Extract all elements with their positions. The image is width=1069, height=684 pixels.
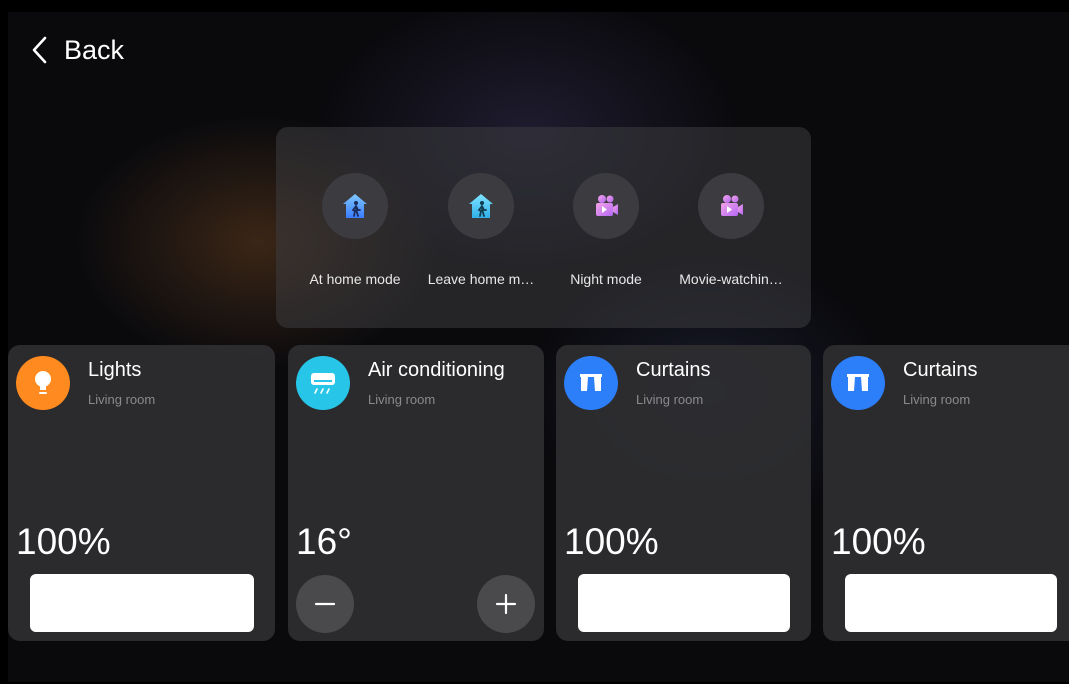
air-conditioner-icon <box>311 373 335 394</box>
temperature-decrease-button[interactable] <box>296 575 354 633</box>
movie-camera-icon <box>596 195 618 216</box>
scene-panel: At home mode Leave home m… Night mode Mo… <box>276 127 811 328</box>
home-person-icon <box>343 194 367 218</box>
device-room: Living room <box>368 392 436 407</box>
device-value: 16° <box>296 521 352 562</box>
device-icon-circle <box>564 356 618 410</box>
curtain-icon <box>580 374 602 391</box>
scene-label: At home mode <box>309 271 401 287</box>
device-card-lights[interactable]: Lights Living room 100% <box>8 345 275 641</box>
device-card-curtains[interactable]: Curtains Living room 100% <box>823 345 1069 641</box>
lightbulb-icon <box>35 371 51 394</box>
scene-at-home[interactable]: At home mode <box>292 173 418 287</box>
scene-movie-watching[interactable]: Movie-watchin… <box>668 173 794 287</box>
curtain-position-slider[interactable] <box>578 574 790 632</box>
device-room: Living room <box>903 392 971 407</box>
device-title: Curtains <box>636 359 711 381</box>
device-room: Living room <box>88 392 156 407</box>
device-title: Curtains <box>903 359 978 381</box>
device-icon-circle <box>831 356 885 410</box>
curtain-icon <box>847 374 869 391</box>
scene-icon-circle <box>573 173 639 239</box>
scene-icon-circle <box>448 173 514 239</box>
device-icon-circle <box>296 356 350 410</box>
scene-icon-circle <box>698 173 764 239</box>
temperature-increase-button[interactable] <box>477 575 535 633</box>
movie-camera-icon <box>721 195 743 216</box>
device-value: 100% <box>564 521 659 562</box>
scene-night[interactable]: Night mode <box>543 173 669 287</box>
brightness-slider[interactable] <box>30 574 254 632</box>
device-value: 100% <box>16 521 111 562</box>
plus-icon <box>495 593 517 615</box>
back-button[interactable]: Back <box>30 30 124 70</box>
scene-icon-circle <box>322 173 388 239</box>
device-icon-circle <box>16 356 70 410</box>
device-card-air-conditioning[interactable]: Air conditioning Living room 16° <box>288 345 544 641</box>
device-title: Air conditioning <box>368 359 505 381</box>
device-room: Living room <box>636 392 704 407</box>
home-person-icon <box>469 194 493 218</box>
device-title: Lights <box>88 359 142 381</box>
minus-icon <box>314 602 336 606</box>
chevron-left-icon <box>32 36 47 64</box>
scene-leave-home[interactable]: Leave home m… <box>418 173 544 287</box>
back-label: Back <box>64 34 125 65</box>
device-value: 100% <box>831 521 926 562</box>
curtain-position-slider[interactable] <box>845 574 1057 632</box>
scene-label: Movie-watchin… <box>679 271 783 287</box>
scene-label: Night mode <box>570 271 642 287</box>
device-card-curtains[interactable]: Curtains Living room 100% <box>556 345 811 641</box>
scene-label: Leave home m… <box>427 271 535 287</box>
